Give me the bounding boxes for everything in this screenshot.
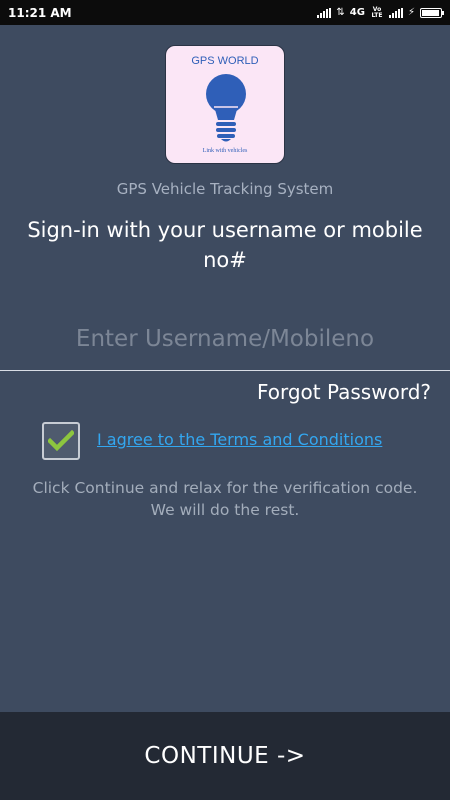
continue-button[interactable]: CONTINUE -> [0,712,450,800]
continue-label: CONTINUE -> [144,743,306,769]
username-input[interactable] [0,317,450,361]
status-icons: ⇅ 4G Vo LTE ⚡ [317,5,444,19]
logo-title: GPS WORLD [191,55,259,67]
app-subtitle: GPS Vehicle Tracking System [116,180,334,198]
logo-tagline: Link with vehicles [202,148,248,154]
status-time: 11:21 AM [8,5,72,20]
network-type: 4G [349,7,365,18]
lightbulb-icon [206,74,246,142]
data-transfer-icon: ⇅ [336,7,345,18]
signal-strength-2-icon [388,7,403,18]
signal-strength-icon [317,7,332,18]
info-text: Click Continue and relax for the verific… [32,479,418,519]
volte-indicator: Vo LTE [371,5,383,19]
page-title: Sign-in with your username or mobile no# [27,218,423,272]
charging-icon: ⚡ [407,7,415,18]
app-logo: GPS WORLD Link with vehicles [165,45,285,164]
login-screen: GPS WORLD Link with vehicles GPS Vehicle… [0,25,450,712]
terms-checkbox[interactable] [42,422,80,460]
terms-link[interactable]: I agree to the Terms and Conditions [97,430,382,449]
forgot-password-link[interactable]: Forgot Password? [257,380,431,404]
battery-icon [420,7,444,18]
input-underline [0,370,450,371]
battery-fill [422,9,439,16]
checkmark-icon [48,430,74,452]
status-bar: 11:21 AM ⇅ 4G Vo LTE ⚡ [0,0,450,25]
